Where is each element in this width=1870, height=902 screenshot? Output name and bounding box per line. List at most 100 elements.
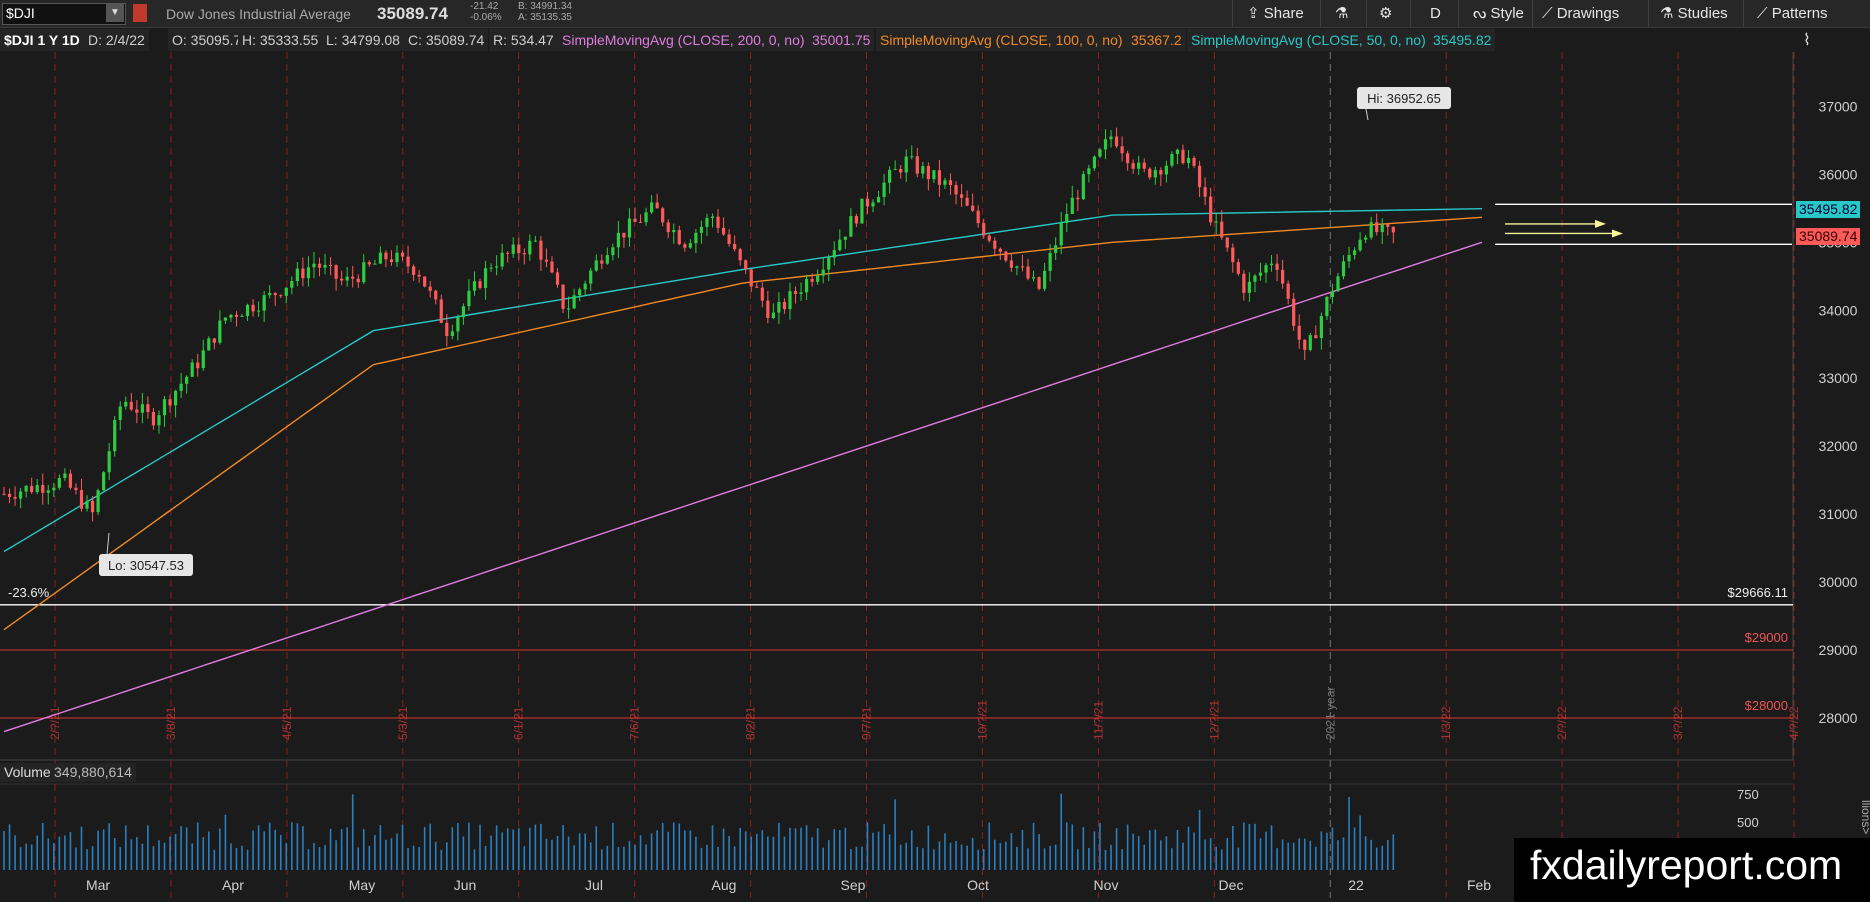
- candle-body: [1258, 272, 1263, 276]
- candle-body: [633, 218, 637, 222]
- sma100-label[interactable]: SimpleMovingAvg (CLOSE, 100, 0, no): [876, 29, 1127, 51]
- candle-body: [777, 301, 781, 313]
- candle-body: [157, 415, 161, 426]
- time-axis: Mar Apr May Jun Jul Aug Sep Oct Nov Dec 22 Feb: [86, 877, 1491, 893]
- candle-body: [90, 500, 95, 513]
- candle-body: [13, 496, 17, 499]
- candle-body: [766, 300, 770, 319]
- candle-body: [937, 170, 942, 185]
- candle-body: [1281, 269, 1285, 284]
- candle-body: [954, 185, 958, 195]
- price-chart[interactable]: 2/?/21 3/8/21 4/5/21 5/3/21 6/1/21 7/6/21 8/2/…: [0, 0, 1870, 902]
- date-marker-label: 2/?/21: [48, 706, 62, 740]
- sma50-price-tag: 35495.82: [1796, 200, 1861, 218]
- candle-body: [124, 401, 128, 407]
- candle-body: [323, 264, 327, 268]
- candle-body: [68, 473, 73, 488]
- candle-body: [190, 362, 194, 377]
- candle-body: [506, 252, 510, 254]
- ohlc-date: D: 2/4/22: [84, 29, 149, 51]
- price-axis-tick: 37000: [1819, 98, 1858, 114]
- candle-body: [328, 264, 333, 266]
- candle-body: [113, 420, 117, 452]
- candle-body: [1308, 335, 1312, 350]
- date-marker-label: 4/?/22: [1787, 706, 1801, 740]
- candle-body: [694, 232, 698, 244]
- date-marker-label: 5/3/21: [396, 706, 410, 740]
- candle-body: [1347, 255, 1351, 262]
- date-marker-label: 12/?/21: [1207, 700, 1221, 740]
- candle-body: [1070, 197, 1074, 215]
- price-axis: 3700036000350003400033000320003100030000…: [1819, 98, 1858, 726]
- candle-body: [915, 156, 919, 174]
- candle-body: [273, 292, 277, 296]
- candle-body: [843, 236, 847, 240]
- candle-body: [644, 212, 648, 223]
- sma200-value: 35001.75: [808, 29, 875, 51]
- candle-body: [35, 485, 39, 493]
- price-axis-tick: 36000: [1819, 166, 1858, 182]
- candle-body: [738, 249, 742, 261]
- candle-body: [301, 268, 305, 279]
- candle-body: [727, 234, 731, 244]
- candle-body: [749, 269, 753, 287]
- candle-body: [760, 287, 764, 301]
- candle-body: [616, 232, 621, 248]
- candle-body: [500, 252, 504, 267]
- candle-body: [1292, 298, 1296, 326]
- candle-body: [1159, 170, 1163, 175]
- candle-body: [1352, 250, 1357, 256]
- candle-body: [168, 399, 172, 406]
- ohlc-close: C: 35089.74: [404, 29, 489, 51]
- price-axis-tick: 29000: [1819, 642, 1858, 658]
- candle-body: [345, 276, 349, 281]
- candle-body: [721, 227, 726, 235]
- candle-body: [926, 166, 930, 180]
- candle-body: [1114, 136, 1119, 147]
- candle-body: [229, 314, 233, 318]
- time-axis-label: May: [349, 877, 375, 893]
- candle-body: [1087, 168, 1091, 175]
- candle-body: [173, 390, 178, 406]
- candle-body: [888, 169, 892, 183]
- date-marker-label: 1/3/22: [1439, 706, 1453, 740]
- last-price-tag: 35089.74: [1796, 228, 1861, 246]
- candle-body: [146, 404, 150, 412]
- candle-body: [1015, 266, 1019, 268]
- time-axis-label: Dec: [1219, 877, 1244, 893]
- candle-body: [135, 409, 139, 413]
- candle-body: [162, 399, 167, 416]
- volume-axis-tick: 750: [1737, 787, 1759, 802]
- candle-body: [943, 180, 947, 185]
- candle-body: [1004, 251, 1008, 261]
- ohlc-range: R: 534.47: [489, 29, 558, 51]
- candle-body: [279, 295, 283, 297]
- candle-body: [1164, 165, 1168, 175]
- candle-body: [893, 168, 897, 170]
- candle-body: [312, 263, 316, 268]
- candle-body: [74, 487, 78, 491]
- candle-body: [755, 286, 759, 288]
- candle-body: [816, 275, 820, 282]
- candle-body: [1297, 325, 1301, 340]
- candle-body: [522, 253, 526, 255]
- candle-body: [982, 223, 986, 236]
- candle-body: [395, 252, 399, 263]
- candle-body: [987, 235, 991, 241]
- candle-body: [467, 290, 471, 307]
- sma200-label[interactable]: SimpleMovingAvg (CLOSE, 200, 0, no): [558, 29, 809, 51]
- candle-body: [483, 268, 488, 288]
- candle-body: [240, 315, 244, 317]
- candle-body: [1369, 222, 1373, 238]
- sma50-label[interactable]: SimpleMovingAvg (CLOSE, 50, 0, no): [1187, 29, 1430, 51]
- candle-body: [373, 263, 377, 265]
- candle-body: [511, 244, 515, 254]
- candle-body: [589, 270, 593, 284]
- candle-body: [1242, 273, 1246, 293]
- chart-settings-icon[interactable]: ⌇: [1803, 30, 1825, 52]
- candle-body: [976, 210, 980, 224]
- candle-body: [882, 182, 886, 197]
- date-marker-label: 9/7/21: [860, 706, 874, 740]
- candle-body: [965, 197, 969, 206]
- candle-body: [1142, 162, 1146, 169]
